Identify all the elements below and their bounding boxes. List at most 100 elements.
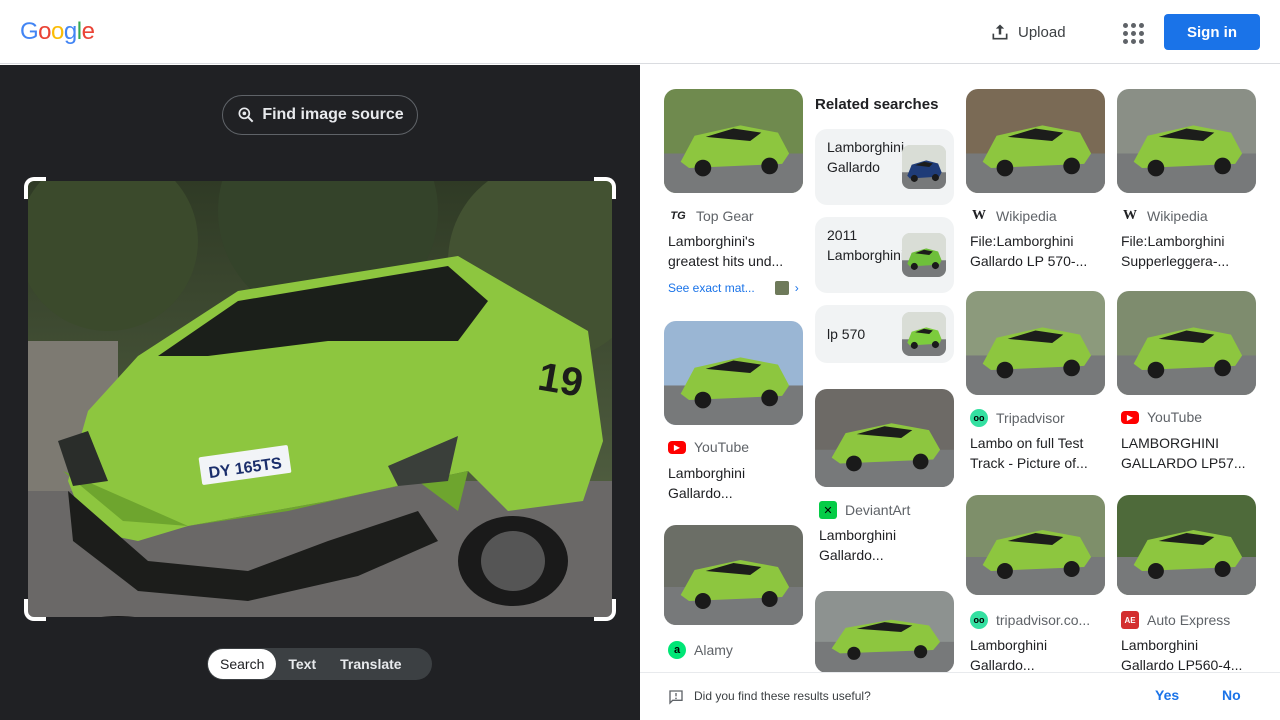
alamy-icon: a [668,641,686,659]
result-source-name: tripadvisor.co... [996,612,1091,628]
header: Google Upload Sign in [0,0,1280,64]
related-search-chip[interactable]: lp 570 [815,305,954,363]
feedback-no-button[interactable]: No [1222,687,1241,703]
related-search-thumb [902,312,946,356]
crop-handle-top-left[interactable] [24,177,46,199]
result-thumbnail[interactable] [815,389,954,487]
car-thumbnail-image [966,495,1105,595]
crop-handle-top-right[interactable] [594,177,616,199]
result-source: W Wikipedia [970,207,1057,225]
related-search-chip[interactable]: Lamborghini Gallardo [815,129,954,205]
logo-letter: o [51,18,64,45]
youtube-icon: ▶ [1121,410,1139,424]
result-source: TG Top Gear [668,207,754,225]
result-source-name: Auto Express [1147,612,1231,628]
mode-text-tab[interactable]: Text [276,649,328,679]
mode-switcher: Search Text Translate [207,648,432,680]
chevron-right-icon: › [794,281,799,295]
car-thumbnail-image [966,89,1105,193]
sign-in-button[interactable]: Sign in [1164,14,1260,50]
upload-button[interactable]: Upload [990,18,1066,46]
feedback-yes-button[interactable]: Yes [1155,687,1179,703]
car-thumbnail-image [815,591,954,673]
upload-icon [992,24,1008,40]
logo-letter: G [20,18,39,45]
find-image-source-button[interactable]: Find image source [222,95,418,135]
crop-selection[interactable]: DY 165TS 19 [24,177,616,621]
car-thumbnail-image [664,525,803,625]
result-thumbnail[interactable] [664,321,803,425]
result-title[interactable]: File:Lamborghini Supperleggera-... [1121,231,1253,271]
youtube-icon: ▶ [668,440,686,454]
mode-search-tab[interactable]: Search [208,649,277,679]
result-thumbnail[interactable] [1117,495,1256,595]
wikipedia-icon: W [972,208,986,223]
result-source-name: Wikipedia [1147,208,1208,224]
result-title[interactable]: Lamborghini Gallardo LP560-4... [1121,635,1253,675]
result-title[interactable]: LAMBORGHINI GALLARDO LP57... [1121,433,1253,473]
feedback-question: Did you find these results useful? [694,689,871,703]
car-thumbnail-image [902,145,946,189]
exact-match-thumb [774,281,789,295]
see-exact-matches-link[interactable]: See exact mat... › [668,281,803,295]
car-thumbnail-image [902,233,946,277]
result-source: oo Tripadvisor [970,409,1065,427]
upload-label: Upload [1018,23,1066,41]
related-search-thumb [902,233,946,277]
result-title[interactable]: Lamborghini's greatest hits und... [668,231,800,271]
result-title[interactable]: Lambo on full Test Track - Picture of... [970,433,1102,473]
result-source-name: Tripadvisor [996,410,1065,426]
result-source-name: Wikipedia [996,208,1057,224]
result-source: ▶ YouTube [668,439,749,455]
result-thumbnail[interactable] [1117,291,1256,395]
related-searches-heading: Related searches [815,96,939,113]
logo-letter: g [63,18,77,45]
result-source-name: YouTube [1147,409,1203,425]
result-source: oo tripadvisor.co... [970,611,1090,629]
related-search-label: Lamborghini Gallardo [827,139,905,175]
result-title[interactable]: Lamborghini Gallardo... [970,635,1102,675]
result-source: a Alamy [668,641,733,659]
car-thumbnail-image [1117,89,1256,193]
wikipedia-icon: W [1123,208,1137,223]
logo-letter: o [38,18,52,45]
car-thumbnail-image [1117,291,1256,395]
result-title[interactable]: File:Lamborghini Gallardo LP 570-... [970,231,1102,271]
results-panel: TG Top Gear Lamborghini's greatest hits … [640,65,1280,720]
result-source: ▶ YouTube [1121,409,1202,425]
car-thumbnail-image [815,389,954,487]
related-search-thumb [902,145,946,189]
result-source-name: Top Gear [696,208,754,224]
result-thumbnail[interactable] [664,525,803,625]
query-image-panel: Find image source DY 165TS 19 Search Tex… [0,65,640,720]
related-search-chip[interactable]: 2011 Lamborghini... [815,217,954,293]
result-thumbnail[interactable] [966,89,1105,193]
result-source: ✕ DeviantArt [819,501,910,519]
result-source: AE Auto Express [1121,611,1230,629]
result-title[interactable]: Lamborghini Gallardo... [668,463,800,503]
crop-handle-bottom-left[interactable] [24,599,46,621]
result-thumbnail[interactable] [966,495,1105,595]
result-thumbnail[interactable] [664,89,803,193]
auto-express-icon: AE [1121,611,1139,629]
car-thumbnail-image [966,291,1105,395]
result-title[interactable]: Lamborghini Gallardo... [819,525,951,565]
feedback-bar: Did you find these results useful? Yes N… [640,672,1280,720]
car-thumbnail-image [664,321,803,425]
car-photo-illustration: DY 165TS 19 [28,181,612,617]
car-thumbnail-image [902,312,946,356]
result-thumbnail[interactable] [815,591,954,673]
find-image-source-label: Find image source [262,106,404,123]
related-search-label: lp 570 [827,326,866,342]
result-thumbnail[interactable] [1117,89,1256,193]
apps-grid-icon[interactable] [1118,18,1146,46]
crop-handle-bottom-right[interactable] [594,599,616,621]
result-thumbnail[interactable] [966,291,1105,395]
result-source-name: YouTube [694,439,750,455]
result-source-name: Alamy [694,642,733,658]
mode-translate-tab[interactable]: Translate [328,649,413,679]
result-source-name: DeviantArt [845,502,911,518]
lens-search-icon [238,107,254,123]
google-logo[interactable]: Google [20,18,95,46]
logo-letter: e [81,18,95,45]
